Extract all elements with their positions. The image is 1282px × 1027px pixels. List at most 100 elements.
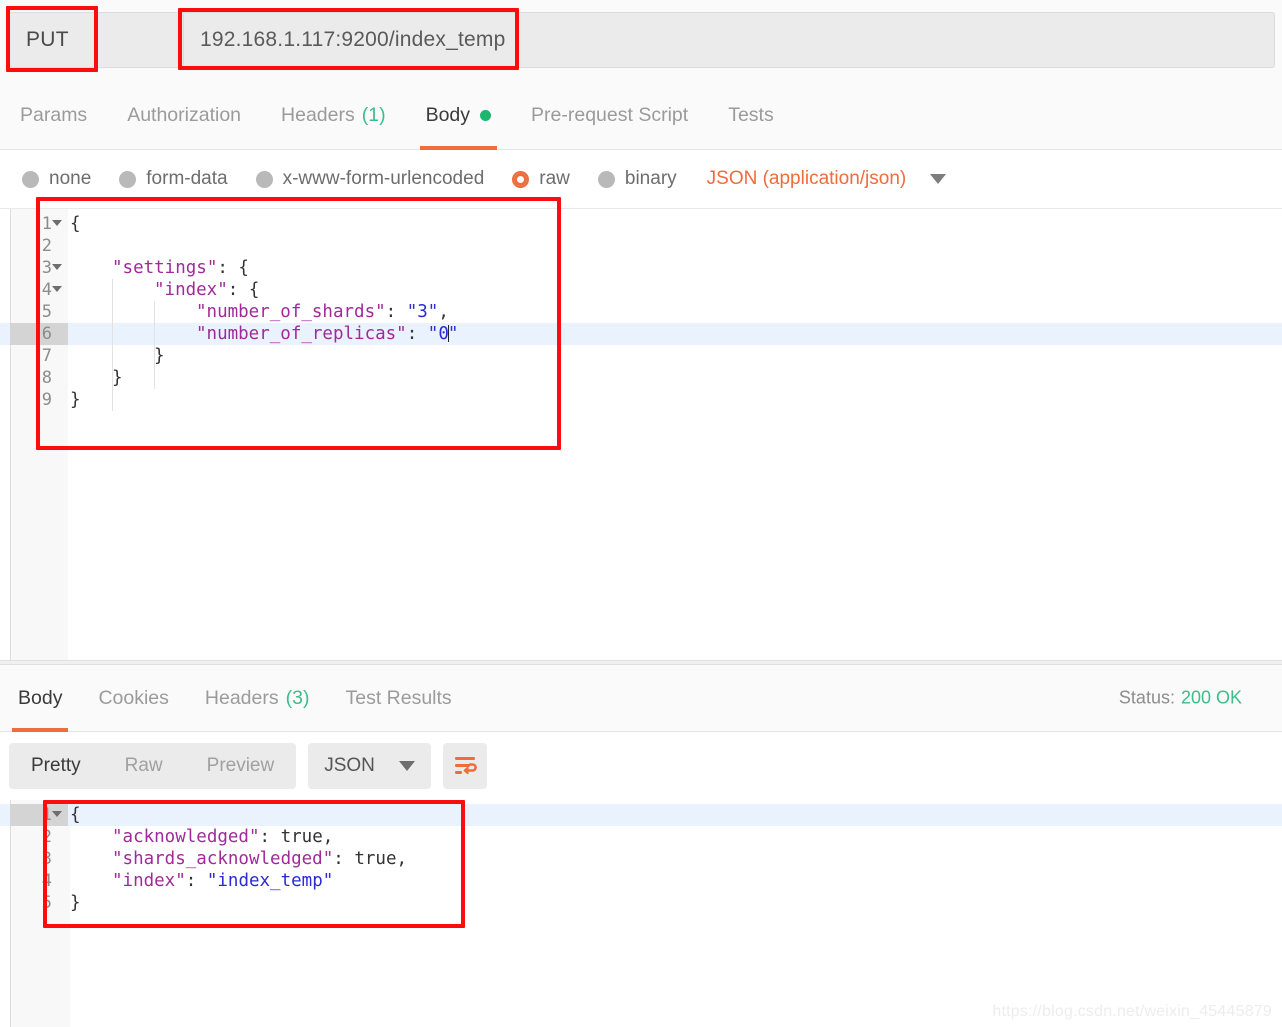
tab-authorization-label: Authorization <box>127 104 242 126</box>
tab-pre-request-script[interactable]: Pre-request Script <box>511 82 708 150</box>
tab-tests-label: Tests <box>728 104 774 126</box>
code-token: } <box>112 368 123 388</box>
body-type-raw-label: raw <box>539 168 570 189</box>
line-number: 8 <box>41 368 52 388</box>
code-fold-toggle-icon[interactable] <box>52 286 62 292</box>
response-tab-test-results-label: Test Results <box>345 686 452 709</box>
code-token: { <box>70 805 81 825</box>
code-line-text: "settings": { <box>112 257 249 279</box>
code-token: "3" <box>406 302 439 322</box>
view-mode-raw[interactable]: Raw <box>103 743 185 789</box>
code-line: 6 "number_of_replicas": "0" <box>0 323 1282 345</box>
body-type-none-label: none <box>49 168 92 189</box>
body-type-raw[interactable]: raw <box>512 168 570 190</box>
code-token: } <box>70 390 81 410</box>
response-code-content: 1{2 "acknowledged": true, 3 "shards_acknowl… <box>0 804 1282 914</box>
code-token: "settings" <box>112 258 218 278</box>
code-line: 2 <box>0 235 1282 257</box>
code-token: "0 <box>427 324 449 344</box>
response-format-selector[interactable]: JSON <box>308 743 431 789</box>
code-line-text: } <box>70 892 81 914</box>
http-method-label: PUT <box>26 28 69 51</box>
line-number: 6 <box>41 324 52 344</box>
line-number: 9 <box>41 390 52 410</box>
code-line: 5} <box>0 892 1282 914</box>
line-number: 7 <box>41 346 52 366</box>
tab-pre-request-script-label: Pre-request Script <box>531 104 689 126</box>
code-line: 4 "index": { <box>0 279 1282 301</box>
line-number: 3 <box>41 258 52 278</box>
view-mode-pretty[interactable]: Pretty <box>9 743 103 789</box>
code-fold-toggle-icon[interactable] <box>52 220 62 226</box>
body-type-selector: none form-data x-www-form-urlencoded raw… <box>0 150 1282 208</box>
tab-tests[interactable]: Tests <box>708 82 794 150</box>
code-token: , <box>438 302 449 322</box>
tab-body[interactable]: Body <box>406 82 511 150</box>
code-token: "number_of_shards" <box>196 302 386 322</box>
code-line-text: } <box>154 345 165 367</box>
line-number: 5 <box>41 893 52 913</box>
code-token: "index" <box>112 871 186 891</box>
code-token: : { <box>217 258 249 278</box>
chevron-down-icon[interactable] <box>930 174 947 184</box>
tab-params[interactable]: Params <box>0 82 107 150</box>
code-line-text: } <box>112 367 123 389</box>
body-type-form-data[interactable]: form-data <box>119 168 228 190</box>
request-body-editor[interactable]: 1 {2 3 "settings": {4 "index": {5 "number_of_… <box>0 208 1282 661</box>
response-tab-headers[interactable]: Headers (3) <box>187 665 328 732</box>
response-tab-cookies[interactable]: Cookies <box>80 665 186 732</box>
body-type-form-data-label: form-data <box>146 168 228 189</box>
radio-icon <box>22 170 39 188</box>
request-code-content[interactable]: 1 {2 3 "settings": {4 "index": {5 "number_of_… <box>0 213 1282 411</box>
body-type-none[interactable]: none <box>22 168 91 190</box>
radio-icon <box>597 170 615 188</box>
tab-headers-count: (1) <box>361 104 386 126</box>
code-line-text: "index": { <box>154 279 259 301</box>
code-token: "acknowledged" <box>112 827 260 847</box>
code-line-text: "index": "index_temp" <box>112 870 333 892</box>
code-fold-toggle-icon[interactable] <box>52 264 62 270</box>
body-type-binary-label: binary <box>624 168 677 189</box>
content-type-selector[interactable]: JSON (application/json) <box>707 168 907 190</box>
code-line: 3 "settings": { <box>0 257 1282 279</box>
code-line: 2 "acknowledged": true, <box>0 826 1282 848</box>
word-wrap-button[interactable] <box>442 743 487 789</box>
code-token: { <box>70 214 81 234</box>
code-token: "index" <box>154 280 228 300</box>
response-view-toolbar: Pretty Raw Preview JSON <box>0 732 1282 800</box>
response-tab-headers-count: (3) <box>285 686 310 709</box>
status-value: 200 OK <box>1180 687 1242 708</box>
radio-selected-icon <box>512 170 530 188</box>
view-mode-preview[interactable]: Preview <box>185 743 297 789</box>
response-tab-test-results[interactable]: Test Results <box>327 665 469 732</box>
tab-headers[interactable]: Headers (1) <box>261 82 406 150</box>
indent-guide <box>112 279 113 411</box>
code-token: : true, <box>259 827 334 847</box>
tab-authorization[interactable]: Authorization <box>107 82 261 150</box>
body-type-binary[interactable]: binary <box>597 168 677 190</box>
response-body-editor[interactable]: 1{2 "acknowledged": true, 3 "shards_acknowl… <box>0 800 1282 1027</box>
watermark: https://blog.csdn.net/weixin_45445879 <box>992 1003 1272 1020</box>
code-line-text: } <box>70 389 81 411</box>
line-number: 4 <box>41 871 52 891</box>
code-token: "number_of_replicas" <box>196 324 407 344</box>
url-input[interactable]: 192.168.1.117:9200/index_temp <box>183 12 1275 68</box>
http-method-selector[interactable]: PUT <box>9 12 205 68</box>
code-token: : true, <box>333 849 408 869</box>
code-line-text: "shards_acknowledged": true, <box>112 848 407 870</box>
line-number: 3 <box>41 849 52 869</box>
code-line: 5 "number_of_shards": "3", <box>0 301 1282 323</box>
radio-icon <box>255 170 273 188</box>
body-type-urlencoded[interactable]: x-www-form-urlencoded <box>255 168 484 190</box>
word-wrap-icon <box>454 757 477 775</box>
line-number: 1 <box>41 214 52 234</box>
code-line: 1{ <box>0 804 1282 826</box>
code-line-text: "number_of_shards": "3", <box>196 301 449 323</box>
code-line-text: { <box>70 213 81 235</box>
line-number: 5 <box>41 302 52 322</box>
code-line: 7} <box>0 345 1282 367</box>
code-fold-toggle-icon[interactable] <box>52 811 62 817</box>
response-tab-body[interactable]: Body <box>0 665 80 732</box>
code-token: : <box>406 324 428 344</box>
code-token: } <box>70 893 81 913</box>
